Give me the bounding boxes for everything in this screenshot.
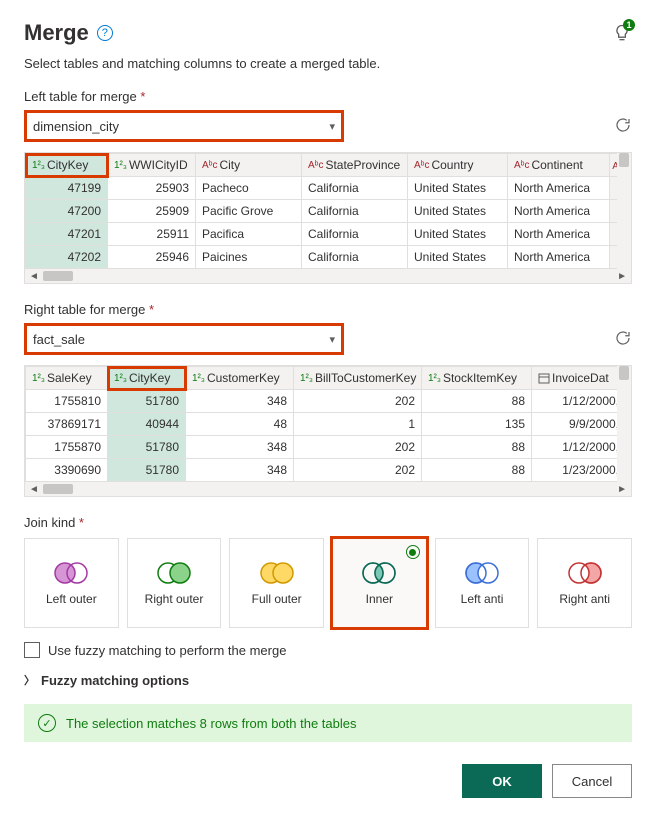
status-banner: ✓ The selection matches 8 rows from both… — [24, 704, 632, 742]
selected-radio-icon — [406, 545, 420, 559]
join-left-anti[interactable]: Left anti — [435, 538, 530, 628]
table-row[interactable]: 37869171409444811359/9/2000, — [26, 413, 626, 436]
left-col-stateprovince[interactable]: AᵇcStateProvince — [302, 154, 408, 177]
vertical-scrollbar[interactable] — [617, 153, 631, 269]
ok-button[interactable]: OK — [462, 764, 542, 798]
left-col-wwicityid[interactable]: 1²₃WWICityID — [108, 154, 196, 177]
right-col-customerkey[interactable]: 1²₃CustomerKey — [186, 367, 294, 390]
left-col-city[interactable]: AᵇcCity — [196, 154, 302, 177]
right-table-preview[interactable]: 1²₃SaleKey 1²₃CityKey 1²₃CustomerKey 1²₃… — [24, 365, 632, 497]
right-table-value: fact_sale — [33, 332, 85, 347]
cancel-button[interactable]: Cancel — [552, 764, 632, 798]
right-table-label: Right table for merge — [24, 302, 632, 317]
right-col-salekey[interactable]: 1²₃SaleKey — [26, 367, 108, 390]
right-col-invoicedate[interactable]: InvoiceDat — [532, 367, 626, 390]
join-inner[interactable]: Inner — [332, 538, 427, 628]
left-col-country[interactable]: AᵇcCountry — [408, 154, 508, 177]
left-table-preview[interactable]: 1²₃CityKey 1²₃WWICityID AᵇcCity AᵇcState… — [24, 152, 632, 284]
left-table-label: Left table for merge — [24, 89, 632, 104]
join-right-anti[interactable]: Right anti — [537, 538, 632, 628]
chevron-right-icon: 〉 — [24, 672, 35, 688]
left-col-citykey[interactable]: 1²₃CityKey — [26, 154, 108, 177]
tips-badge: 1 — [623, 19, 635, 31]
page-title: Merge — [24, 20, 89, 46]
fuzzy-checkbox[interactable] — [24, 642, 40, 658]
refresh-left-icon[interactable] — [614, 116, 632, 137]
page-subtitle: Select tables and matching columns to cr… — [24, 56, 632, 71]
table-row[interactable]: 4720025909Pacific GroveCaliforniaUnited … — [26, 200, 626, 223]
join-full-outer[interactable]: Full outer — [229, 538, 324, 628]
join-right-outer[interactable]: Right outer — [127, 538, 222, 628]
table-row[interactable]: 4719925903PachecoCaliforniaUnited States… — [26, 177, 626, 200]
table-row[interactable]: 175581051780348202881/12/2000, — [26, 390, 626, 413]
right-col-stockitemkey[interactable]: 1²₃StockItemKey — [422, 367, 532, 390]
left-table-value: dimension_city — [33, 119, 119, 134]
left-col-continent[interactable]: AᵇcContinent — [508, 154, 610, 177]
chevron-down-icon: ▾ — [329, 333, 335, 346]
join-kind-label: Join kind — [24, 515, 632, 530]
status-message: The selection matches 8 rows from both t… — [66, 716, 356, 731]
table-row[interactable]: 175587051780348202881/12/2000, — [26, 436, 626, 459]
right-col-billtocustomerkey[interactable]: 1²₃BillToCustomerKey — [294, 367, 422, 390]
horizontal-scrollbar[interactable]: ◄► — [25, 482, 631, 496]
right-col-citykey[interactable]: 1²₃CityKey — [108, 367, 186, 390]
table-row[interactable]: 4720125911PacificaCaliforniaUnited State… — [26, 223, 626, 246]
check-circle-icon: ✓ — [38, 714, 56, 732]
refresh-right-icon[interactable] — [614, 329, 632, 350]
fuzzy-checkbox-label: Use fuzzy matching to perform the merge — [48, 643, 286, 658]
help-icon[interactable]: ? — [97, 25, 113, 41]
fuzzy-options-expander[interactable]: 〉 Fuzzy matching options — [24, 672, 632, 688]
table-row[interactable]: 4720225946PaicinesCaliforniaUnited State… — [26, 246, 626, 269]
left-table-select[interactable]: dimension_city ▾ — [24, 110, 344, 142]
table-row[interactable]: 339069051780348202881/23/2000, — [26, 459, 626, 482]
join-left-outer[interactable]: Left outer — [24, 538, 119, 628]
horizontal-scrollbar[interactable]: ◄► — [25, 269, 631, 283]
tips-button[interactable]: 1 — [612, 22, 632, 44]
vertical-scrollbar[interactable] — [617, 366, 631, 482]
right-table-select[interactable]: fact_sale ▾ — [24, 323, 344, 355]
chevron-down-icon: ▾ — [329, 120, 335, 133]
